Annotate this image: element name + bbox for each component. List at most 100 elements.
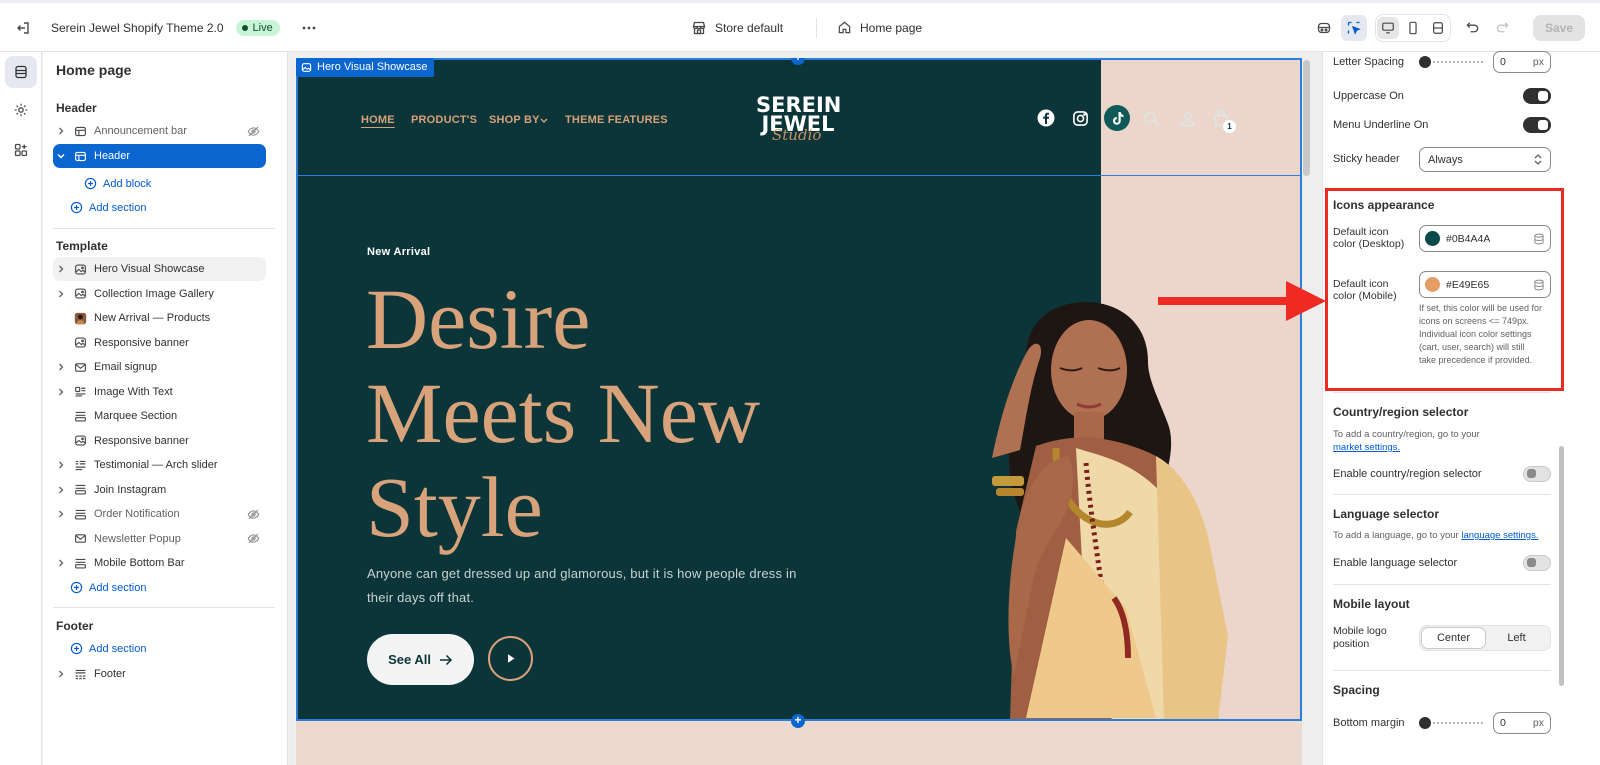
- tiktok-icon[interactable]: [1104, 105, 1130, 131]
- sidebar-item-responsive-banner[interactable]: Responsive banner: [53, 429, 266, 453]
- selected-section-tag[interactable]: Hero Visual Showcase: [296, 58, 435, 77]
- sidekick-button[interactable]: [1311, 15, 1337, 41]
- slider-handle[interactable]: [1419, 717, 1431, 729]
- letter-spacing-slider[interactable]: [1419, 56, 1485, 68]
- sidebar-item-join-instagram[interactable]: Join Instagram: [53, 478, 266, 502]
- nav-theme-features[interactable]: THEME FEATURES: [565, 114, 668, 126]
- language-toggle-label: Enable language selector: [1333, 557, 1458, 569]
- account-icon[interactable]: [1175, 106, 1199, 130]
- sticky-header-select[interactable]: Always: [1419, 147, 1551, 172]
- sidebar-item-announcement-bar[interactable]: Announcement bar: [53, 119, 266, 143]
- section-icon: [72, 555, 88, 571]
- sidebar-item-header[interactable]: Header: [53, 144, 266, 168]
- nav-home[interactable]: HOME: [361, 114, 395, 126]
- annotation-arrow-icon: [1158, 281, 1326, 321]
- bottom-margin-slider[interactable]: [1419, 717, 1485, 729]
- mobile-icon: [1409, 21, 1417, 34]
- language-selector-toggle[interactable]: [1523, 555, 1551, 571]
- sections-tab[interactable]: [5, 56, 37, 88]
- eye-off-icon[interactable]: [247, 125, 260, 138]
- sidebar-item-collection-image-gallery[interactable]: Collection Image Gallery: [53, 282, 266, 306]
- add-section-label: Add section: [89, 201, 147, 214]
- undo-icon: [1465, 22, 1478, 33]
- sidebar-item-marquee-section[interactable]: Marquee Section: [53, 404, 266, 428]
- chevron-right-icon: [53, 290, 69, 298]
- mobile-logo-center-option[interactable]: Center: [1422, 628, 1485, 648]
- more-actions-button[interactable]: [296, 15, 322, 41]
- sidebar-item-order-notification[interactable]: Order Notification: [53, 502, 266, 526]
- section-icon: [72, 531, 88, 547]
- select-cursor-icon: [1347, 21, 1361, 35]
- sidebar-item-testimonial-arch-slider[interactable]: Testimonial — Arch slider: [53, 453, 266, 477]
- sidebar-item-hero-visual-showcase[interactable]: Hero Visual Showcase: [53, 257, 266, 281]
- sidebar-item-footer[interactable]: Footer: [53, 662, 266, 686]
- slider-handle[interactable]: [1419, 56, 1431, 68]
- add-block-link[interactable]: Add block: [84, 177, 151, 190]
- search-icon[interactable]: [1139, 106, 1163, 130]
- theme-settings-tab[interactable]: [5, 94, 37, 126]
- letter-spacing-input[interactable]: 0 px: [1493, 51, 1551, 73]
- sidebar-item-image-with-text[interactable]: Image With Text: [53, 380, 266, 404]
- apps-tab[interactable]: [5, 134, 37, 166]
- section-icon: [72, 482, 88, 498]
- sidebar-item-label: Mobile Bottom Bar: [94, 557, 185, 569]
- section-icon: [72, 335, 88, 351]
- eye-off-icon[interactable]: [247, 508, 260, 521]
- sidebar-item-new-arrival-products[interactable]: New Arrival — Products: [53, 306, 266, 330]
- settings-scrollbar[interactable]: [1559, 446, 1564, 686]
- nav-products[interactable]: PRODUCT'S: [411, 114, 477, 126]
- bottom-margin-input[interactable]: 0 px: [1493, 712, 1551, 734]
- add-section-header-link[interactable]: Add section: [70, 201, 146, 214]
- sidebar-item-label: Announcement bar: [94, 125, 187, 137]
- template-group-title: Template: [56, 239, 108, 253]
- fullwidth-view-button[interactable]: [1427, 17, 1449, 39]
- chevron-right-icon: [53, 510, 69, 518]
- sidebar-item-mobile-bottom-bar[interactable]: Mobile Bottom Bar: [53, 551, 266, 575]
- exit-button[interactable]: [10, 3, 36, 52]
- eye-off-icon[interactable]: [247, 532, 260, 545]
- sidebar-item-email-signup[interactable]: Email signup: [53, 355, 266, 379]
- undo-button[interactable]: [1459, 15, 1485, 41]
- status-badge: Live: [235, 19, 280, 36]
- inspector-button[interactable]: [1341, 14, 1367, 41]
- preview-scrollbar[interactable]: [1303, 60, 1310, 176]
- desktop-view-button[interactable]: [1377, 16, 1400, 39]
- logo-script: Studio: [772, 126, 822, 144]
- store-selector[interactable]: Store default: [691, 3, 783, 52]
- more-icon: [302, 26, 316, 29]
- sidebar-item-label: Testimonial — Arch slider: [94, 459, 218, 471]
- hero-section[interactable]: HOME PRODUCT'S SHOP BY THEME FEATURES SE…: [296, 58, 1302, 721]
- gear-icon: [14, 103, 28, 117]
- add-section-below-button[interactable]: +: [791, 714, 805, 728]
- play-video-button[interactable]: [488, 636, 533, 681]
- facebook-icon[interactable]: [1034, 106, 1058, 130]
- sidebar-item-label: Image With Text: [94, 385, 173, 398]
- bottom-margin-value: 0: [1500, 717, 1506, 729]
- sidebar-item-responsive-banner[interactable]: Responsive banner: [53, 331, 266, 355]
- language-selector-heading: Language selector: [1333, 507, 1440, 521]
- uppercase-toggle[interactable]: [1523, 88, 1551, 104]
- language-settings-link[interactable]: language settings.: [1461, 530, 1538, 541]
- market-settings-link[interactable]: market settings.: [1333, 442, 1400, 453]
- home-icon: [838, 21, 851, 34]
- save-button[interactable]: Save: [1533, 14, 1586, 41]
- plus-circle-icon: [70, 201, 83, 214]
- mobile-view-button[interactable]: [1402, 17, 1424, 39]
- see-all-button[interactable]: See All: [367, 634, 474, 685]
- page-selector[interactable]: Home page: [837, 3, 922, 52]
- add-section-template-link[interactable]: Add section: [70, 581, 146, 594]
- add-section-footer-link[interactable]: Add section: [70, 642, 146, 655]
- mobile-logo-left-option[interactable]: Left: [1485, 628, 1548, 648]
- menu-underline-toggle[interactable]: [1523, 117, 1551, 133]
- menu-underline-label: Menu Underline On: [1333, 119, 1429, 131]
- sidebar-item-newsletter-popup[interactable]: Newsletter Popup: [53, 527, 266, 551]
- mobile-logo-position-label: Mobile logo position: [1333, 625, 1387, 650]
- nav-shop-by[interactable]: SHOP BY: [489, 114, 540, 126]
- mobile-layout-heading: Mobile layout: [1333, 597, 1410, 611]
- plus-circle-icon: [70, 581, 83, 594]
- instagram-icon[interactable]: [1068, 106, 1092, 130]
- redo-button[interactable]: [1489, 15, 1515, 41]
- cart-icon[interactable]: 1: [1209, 106, 1236, 133]
- country-selector-toggle[interactable]: [1523, 466, 1551, 482]
- sticky-header-value: Always: [1428, 153, 1463, 166]
